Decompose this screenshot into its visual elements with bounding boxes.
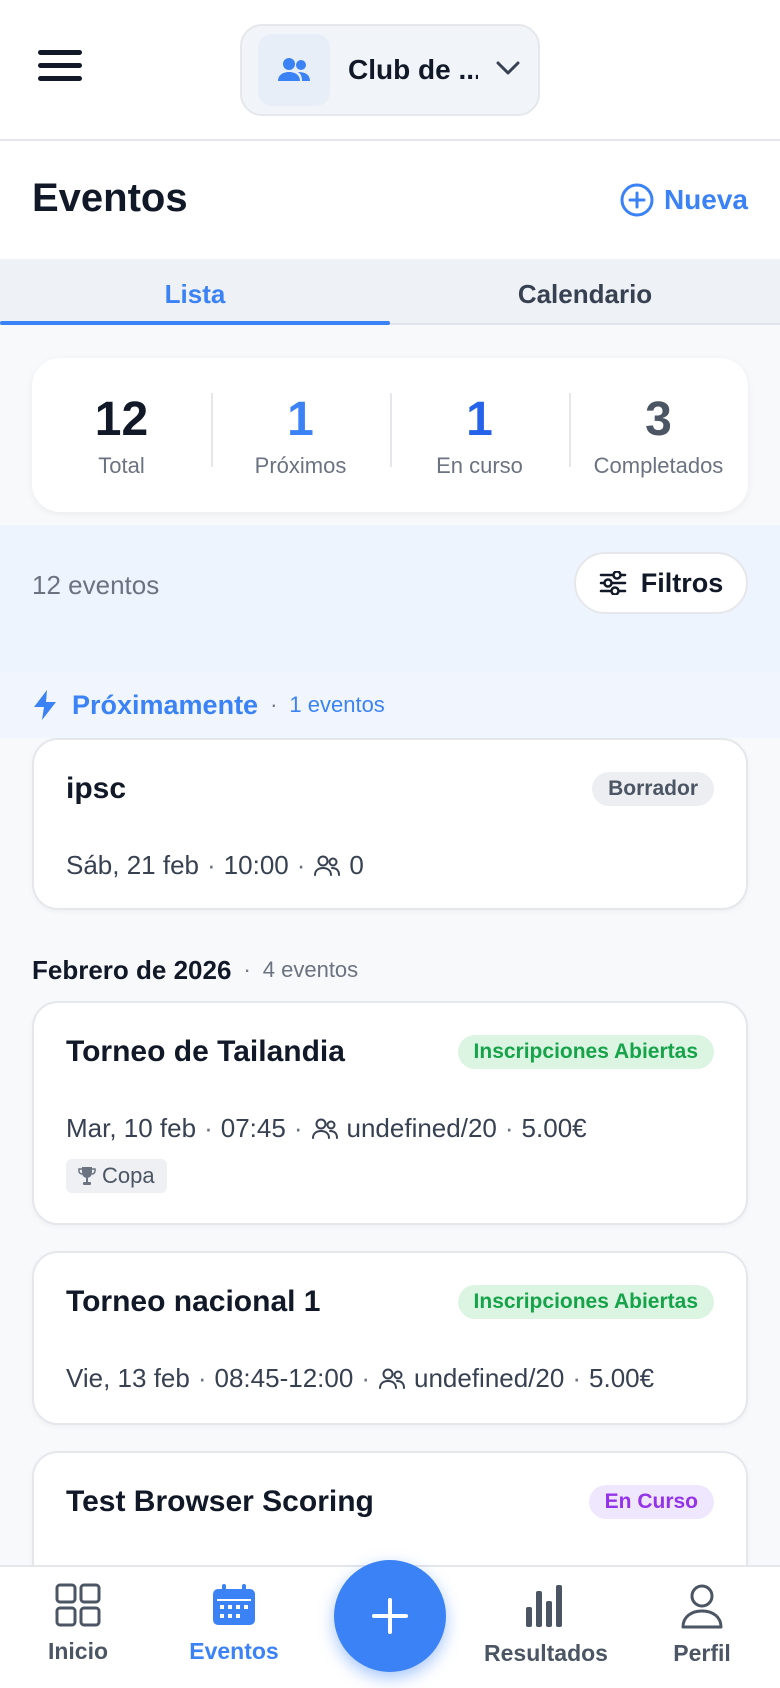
event-participants: undefined/20 — [413, 1363, 565, 1393]
top-bar: Club de ... — [0, 0, 780, 141]
trophy-icon — [78, 1167, 96, 1185]
event-participants: undefined/20 — [346, 1113, 497, 1143]
event-time: 10:00 — [223, 850, 289, 880]
event-tag: Copa — [66, 1159, 167, 1193]
event-price: 5.00€ — [521, 1113, 587, 1143]
event-time: 07:45 — [220, 1113, 286, 1143]
page-header: Eventos Nueva — [0, 141, 780, 259]
filters-button[interactable]: Filtros — [574, 552, 748, 614]
nav-label: Perfil — [673, 1640, 731, 1666]
separator-dot: · — [296, 850, 306, 880]
stat-value: 3 — [645, 393, 672, 446]
stat-in-progress: 1 En curso — [390, 391, 569, 479]
nav-label: Resultados — [484, 1640, 608, 1666]
grid-icon — [55, 1583, 101, 1627]
nav-item-inicio[interactable]: Inicio — [8, 1583, 148, 1665]
status-badge: Borrador — [592, 772, 714, 806]
separator-dot: · — [361, 1363, 370, 1393]
stat-value: 1 — [466, 393, 493, 446]
plus-icon — [372, 1598, 408, 1634]
section-upcoming: Próximamente · 1 eventos — [0, 672, 780, 738]
lightning-icon — [34, 690, 56, 720]
stats-card: 12 Total 1 Próximos 1 En curso 3 Complet… — [32, 358, 748, 512]
event-meta: Mar, 10 feb · 07:45 · undefined/20 · 5.0… — [66, 1113, 587, 1144]
nav-label: Eventos — [189, 1638, 279, 1664]
event-tag-label: Copa — [102, 1163, 155, 1188]
event-time: 08:45-12:00 — [214, 1363, 354, 1393]
club-selector[interactable]: Club de ... — [240, 24, 540, 116]
status-badge: En Curso — [588, 1485, 714, 1519]
page-title: Eventos — [32, 176, 188, 220]
users-icon — [258, 34, 330, 106]
stat-label: Total — [98, 453, 145, 478]
new-event-label: Nueva — [663, 184, 748, 215]
stat-label: Próximos — [254, 453, 347, 478]
nav-item-eventos[interactable]: Eventos — [164, 1583, 304, 1665]
section-title: Febrero de 2026 — [32, 954, 232, 985]
chevron-down-icon — [496, 61, 520, 80]
bar-chart-icon — [526, 1585, 562, 1627]
plus-circle-icon — [620, 183, 654, 217]
status-badge: Inscripciones Abiertas — [457, 1285, 714, 1319]
section-count: 4 eventos — [262, 957, 359, 982]
club-name: Club de ... — [348, 54, 478, 85]
separator-dot: · — [504, 1113, 514, 1143]
stat-upcoming: 1 Próximos — [211, 391, 390, 479]
participants-icon — [311, 1118, 338, 1139]
separator-dot: · — [207, 850, 216, 880]
section-february: Febrero de 2026 · 4 eventos — [0, 950, 780, 990]
event-card[interactable]: ipsc Borrador Sáb, 21 feb · 10:00 · 0 — [32, 738, 748, 910]
stat-total: 12 Total — [32, 391, 211, 479]
tab-lista[interactable]: Lista — [0, 259, 390, 325]
separator-dot: · — [243, 957, 251, 982]
event-date: Vie, 13 feb — [66, 1363, 190, 1393]
separator-dot: · — [270, 692, 278, 717]
event-meta: Vie, 13 feb · 08:45-12:00 · undefined/20… — [66, 1363, 654, 1394]
stat-label: Completados — [593, 453, 724, 478]
event-meta: Sáb, 21 feb · 10:00 · 0 — [66, 850, 364, 881]
separator-dot: · — [204, 1113, 213, 1143]
view-tabs: Lista Calendario — [0, 259, 780, 325]
user-icon — [681, 1584, 723, 1629]
nav-label: Inicio — [47, 1638, 109, 1664]
section-title: Próximamente — [72, 689, 259, 720]
event-date: Sáb, 21 feb — [66, 850, 199, 880]
stat-value: 12 — [94, 393, 149, 446]
stat-completed: 3 Completados — [569, 391, 748, 479]
event-title: Torneo de Tailandia — [66, 1035, 345, 1068]
participants-icon — [314, 855, 341, 876]
separator-dot: · — [197, 1363, 207, 1393]
separator-dot: · — [293, 1113, 303, 1143]
sliders-icon — [599, 571, 626, 595]
separator-dot: · — [572, 1363, 582, 1393]
event-title: Torneo nacional 1 — [66, 1285, 321, 1318]
section-count: 1 eventos — [289, 692, 385, 717]
stat-label: En curso — [436, 453, 523, 478]
event-title: ipsc — [66, 772, 127, 805]
participants-icon — [378, 1368, 405, 1389]
menu-icon[interactable] — [38, 50, 82, 84]
event-card[interactable]: Torneo de Tailandia Inscripciones Abiert… — [32, 1001, 748, 1225]
new-event-button[interactable]: Nueva — [620, 183, 748, 217]
event-price: 5.00€ — [589, 1363, 655, 1393]
filters-label: Filtros — [640, 567, 724, 598]
nav-item-perfil[interactable]: Perfil — [632, 1583, 772, 1667]
event-count: 12 eventos — [32, 570, 160, 600]
event-participants: 0 — [349, 850, 364, 880]
calendar-icon — [213, 1584, 255, 1625]
add-event-fab[interactable] — [334, 1560, 446, 1672]
event-card[interactable]: Torneo nacional 1 Inscripciones Abiertas… — [32, 1251, 748, 1425]
stat-value: 1 — [287, 393, 314, 446]
nav-item-resultados[interactable]: Resultados — [476, 1583, 616, 1667]
tab-calendario[interactable]: Calendario — [390, 259, 780, 323]
event-title: Test Browser Scoring — [66, 1485, 374, 1518]
event-date: Mar, 10 feb — [66, 1113, 197, 1143]
status-badge: Inscripciones Abiertas — [457, 1035, 714, 1069]
